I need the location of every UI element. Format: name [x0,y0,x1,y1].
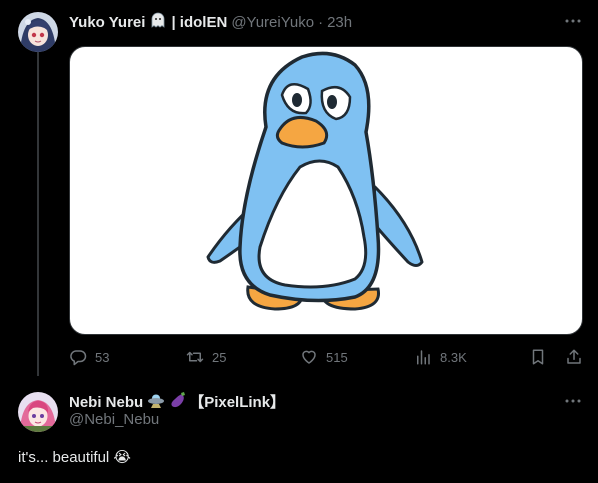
share-icon [565,348,583,366]
repost-action[interactable]: 25 [186,348,226,366]
reply-text: it's... beautiful [18,449,110,466]
bookmark-icon [529,348,547,366]
reply-body: it's... beautiful 😭 [18,447,131,468]
views-action[interactable]: 8.3K [414,348,467,366]
bookmark-action[interactable] [529,348,547,366]
author-avatar[interactable] [18,12,58,52]
author-handle[interactable]: @YureiYuko [231,13,314,33]
views-count: 8.3K [440,349,467,365]
tweet-media-image[interactable] [69,46,583,335]
author-name-suffix: | idolEN [171,14,228,31]
reply-more-options-icon[interactable] [563,391,583,411]
reply-author-avatar[interactable] [18,392,58,432]
reply-count: 53 [95,349,110,365]
eggplant-emoji-icon [169,391,187,415]
like-icon [300,348,318,366]
author-display-name[interactable]: Yuko Yurei [69,13,145,33]
ghost-emoji-icon [149,11,167,35]
like-action[interactable]: 515 [300,348,348,366]
thread-connector-line [37,52,39,376]
more-options-icon[interactable] [563,11,583,31]
crying-face-emoji: 😭 [113,448,131,466]
share-action[interactable] [565,348,583,366]
views-icon [414,348,432,366]
repost-count: 25 [212,349,227,365]
tweet-header: Yuko Yurei | idolEN @YureiYuko · 23h [69,11,352,35]
header-separator: · [318,14,324,31]
reply-action[interactable]: 53 [69,348,109,366]
reply-author-name-suffix: 【PixelLink】 [189,394,286,411]
tweet-action-bar: 53 25 515 8.3K [69,348,585,368]
reply-icon [69,348,87,366]
reply-author-handle[interactable]: @Nebi_Nebu [69,410,159,430]
like-count: 515 [326,349,348,365]
tweet-timestamp[interactable]: 23h [327,13,352,33]
repost-icon [186,348,204,366]
reply-handle-row: @Nebi_Nebu [69,410,159,430]
